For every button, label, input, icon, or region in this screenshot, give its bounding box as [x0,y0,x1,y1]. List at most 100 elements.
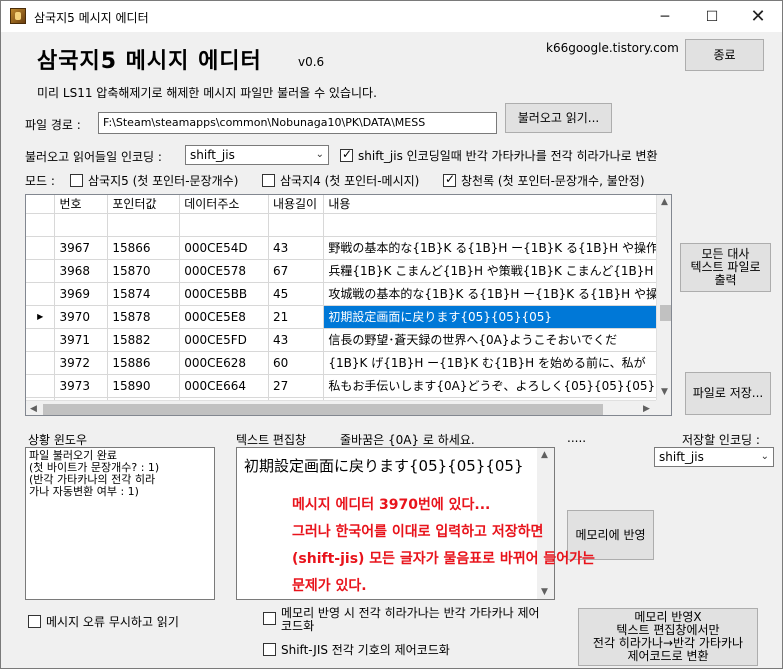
cell-content[interactable]: 兵糧{1B}K こまんど{1B}H や策戦{1B}K こまんど{1B}H [323,259,671,283]
save-file-button[interactable]: 파일로 저장... [685,372,771,415]
checkbox-box [70,174,83,187]
cell-content[interactable] [323,213,671,237]
scroll-thumb[interactable] [660,305,671,321]
column-header-content[interactable]: 내용 [323,195,671,214]
cell-content[interactable]: 信長の野望･蒼天録の世界へ{0A}ようこそおいでくだ [323,328,671,352]
ignore-errors-checkbox[interactable]: 메시지 오류 무시하고 읽기 [28,613,179,630]
cell-num[interactable]: 3972 [54,351,109,375]
table-row[interactable] [26,213,671,237]
cell-content[interactable]: 私もお手伝いします{0A}どうぞ、よろしく{05}{05}{05} [323,374,671,398]
cell-pointer[interactable]: 15874 [107,282,181,306]
cell-length[interactable]: 67 [268,259,325,283]
cell-address[interactable]: 000CE664 [179,374,269,398]
column-header-num[interactable]: 번호 [54,195,109,214]
cell-pointer[interactable]: 15886 [107,351,181,375]
close-app-button[interactable]: 종료 [685,39,764,71]
save-encoding-select[interactable]: shift_jis ⌄ [654,447,774,467]
cell-content[interactable]: {1B}K げ{1B}H ー{1B}K む{1B}H を始める前に、私が [323,351,671,375]
table-row[interactable]: 3971 15882 000CE5FD 43 信長の野望･蒼天録の世界へ{0A}ようこそ… [26,328,671,352]
close-icon[interactable]: ✕ [735,1,781,32]
minimize-icon[interactable]: ─ [642,1,688,32]
cell-address[interactable]: 000CE5E8 [179,305,269,329]
cell-address[interactable]: 000CE5BB [179,282,269,306]
cell-num[interactable]: 3968 [54,259,109,283]
row-header[interactable]: ▶ [26,305,56,329]
save-encoding-value: shift_jis [659,450,704,464]
cell-content[interactable]: 野戦の基本的な{1B}K る{1B}H ー{1B}K る{1B}H や操作 [323,236,671,260]
load-button[interactable]: 불러오고 읽기... [505,103,612,133]
row-header[interactable] [26,282,56,306]
scroll-left-icon[interactable]: ◀ [30,404,37,414]
mode-sam4-checkbox[interactable]: 삼국지4 (첫 포인터-메시지) [262,172,419,189]
file-path-input[interactable]: F:\Steam\steamapps\common\Nobunaga10\PK\… [98,112,497,134]
grid-horizontal-scrollbar[interactable]: ◀ ▶ [26,400,656,415]
scroll-right-icon[interactable]: ▶ [643,404,650,414]
message-grid[interactable]: 번호 포인터값 데이터주소 내용길이 내용 3967 15866 000CE54D 4… [25,194,672,416]
grid-vertical-scrollbar[interactable]: ▲ ▼ [656,195,671,400]
control-code-hira-label: 메모리 반영 시 전각 히라가나는 반각 가타카나 제어 코드화 [281,607,540,633]
row-header[interactable] [26,213,56,237]
cell-content[interactable]: 初期設定画面に戻ります{05}{05}{05} [323,305,671,329]
overlay-line: (shift-jis) 모든 글자가 물음표로 바뀌어 들어가는 [292,551,595,567]
shift-jis-symbols-checkbox[interactable]: Shift-JIS 전각 기호의 제어코드화 [263,641,450,658]
cell-address[interactable]: 000CE628 [179,351,269,375]
control-code-hira-checkbox[interactable]: 메모리 반영 시 전각 히라가나는 반각 가타카나 제어 코드화 [263,607,540,633]
text-editor-label: 텍스트 편집창 [236,433,307,447]
mode-sam5-checkbox[interactable]: 삼국지5 (첫 포인터-문장개수) [70,172,238,189]
cell-num[interactable]: 3971 [54,328,109,352]
scroll-up-icon[interactable]: ▲ [541,450,548,460]
row-header[interactable] [26,259,56,283]
table-row[interactable]: 3968 15870 000CE578 67 兵糧{1B}K こまんど{1B}H や策戦… [26,259,671,283]
cell-address[interactable]: 000CE5FD [179,328,269,352]
scroll-down-icon[interactable]: ▼ [661,387,668,397]
hira-convert-checkbox[interactable]: shift_jis 인코딩일때 반각 가타카나를 전각 히라가나로 변환 [340,147,658,164]
row-header[interactable] [26,351,56,375]
scroll-up-icon[interactable]: ▲ [661,197,668,207]
column-header-length[interactable]: 내용길이 [268,195,325,214]
cell-length[interactable]: 43 [268,236,325,260]
table-row[interactable]: 3973 15890 000CE664 27 私もお手伝いします{0A}どうぞ、よろしく… [26,374,671,398]
app-heading: 삼국지5 메시지 에디터 [37,49,262,74]
row-header[interactable] [26,236,56,260]
cell-num[interactable]: 3973 [54,374,109,398]
column-header-pointer[interactable]: 포인터값 [107,195,181,214]
cell-pointer[interactable] [107,213,181,237]
table-row[interactable]: ▶ 3970 15878 000CE5E8 21 初期設定画面に戻ります{05}{05}{… [26,305,671,329]
table-row[interactable]: 3972 15886 000CE628 60 {1B}K げ{1B}H ー{1B}K む… [26,351,671,375]
status-window[interactable]: 파일 불러오기 완료 (첫 바이트가 문장개수? : 1) (반각 가타카나의 … [25,447,215,600]
cell-address[interactable]: 000CE54D [179,236,269,260]
scroll-thumb[interactable] [43,404,603,415]
encoding-select[interactable]: shift_jis ⌄ [185,145,329,165]
cell-pointer[interactable]: 15870 [107,259,181,283]
cell-pointer[interactable]: 15866 [107,236,181,260]
table-row[interactable]: 3969 15874 000CE5BB 45 攻城戦の基本的な{1B}K る{1B}H … [26,282,671,306]
row-header[interactable] [26,374,56,398]
convert-control-code-button[interactable]: 메모리 반영X 텍스트 편집창에서만 전각 히라가나→반각 가타카나 제어코드로… [578,608,758,666]
cell-address[interactable] [179,213,269,237]
row-header[interactable] [26,328,56,352]
mode-soten-checkbox[interactable]: 창천록 (첫 포인터-문장개수, 불안정) [443,172,645,189]
cell-num[interactable] [54,213,109,237]
cell-length[interactable] [268,213,325,237]
maximize-icon[interactable]: ☐ [689,1,735,32]
cell-length[interactable]: 43 [268,328,325,352]
notice-text: 미리 LS11 압축해제기로 해제한 메시지 파일만 불러올 수 있습니다. [37,86,377,100]
cell-address[interactable]: 000CE578 [179,259,269,283]
cell-length[interactable]: 60 [268,351,325,375]
cell-content[interactable]: 攻城戦の基本的な{1B}K る{1B}H ー{1B}K る{1B}H や操作 [323,282,671,306]
cell-pointer[interactable]: 15890 [107,374,181,398]
cell-length[interactable]: 21 [268,305,325,329]
cell-pointer[interactable]: 15882 [107,328,181,352]
cell-pointer[interactable]: 15878 [107,305,181,329]
file-path-label: 파일 경로 : [25,118,81,132]
column-header-address[interactable]: 데이터주소 [179,195,269,214]
cell-num[interactable]: 3969 [54,282,109,306]
cell-num[interactable]: 3970 [54,305,109,329]
cell-length[interactable]: 27 [268,374,325,398]
cell-num[interactable]: 3967 [54,236,109,260]
table-row[interactable]: 3967 15866 000CE54D 43 野戦の基本的な{1B}K る{1B}H ー… [26,236,671,260]
cell-length[interactable]: 45 [268,282,325,306]
mode-soten-label: 창천록 (첫 포인터-문장개수, 불안정) [461,174,645,188]
export-all-button[interactable]: 모든 대사 텍스트 파일로 출력 [680,243,771,292]
app-icon [10,8,26,24]
